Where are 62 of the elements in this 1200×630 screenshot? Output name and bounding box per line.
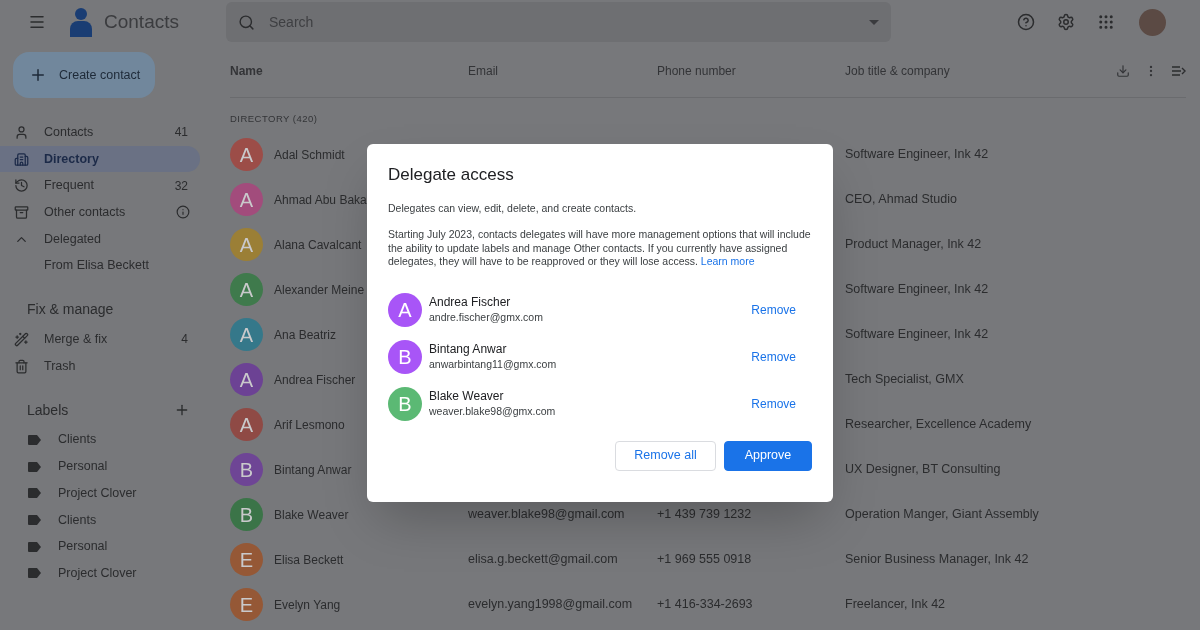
contact-job: Software Engineer, Ink 42 [845,281,989,299]
avatar: A [388,292,422,327]
dialog-text: Delegates can view, edit, delete, and create contacts. [388,201,638,215]
column-header: Email [468,62,499,80]
contact-job: Tech Specialist, GMX [845,371,964,389]
delegate-name: Bintang Anwar [429,342,508,357]
avatar: A [230,363,263,397]
contact-email: weaver.blake98@gmail.com [468,507,625,522]
item-count: 4 [181,331,188,349]
delegate-email: anwarbintang11@gmx.com [429,357,558,371]
contact-name: Bintang Anwar [274,461,352,479]
contact-job: CEO, Ahmad Studio [845,191,957,209]
contact-email: elisa.g.beckett@gmail.com [468,552,618,567]
avatar: A [230,228,263,262]
contact-name: Adal Schmidt [274,146,345,164]
delegate-name: Blake Weaver [429,389,505,404]
contact-job: Freelancer, Ink 42 [845,596,946,614]
avatar: B [388,339,422,374]
contact-job: Researcher, Excellence Academy [845,416,1032,434]
item-count: 32 [174,177,188,195]
delegate-email: andre.fischer@gmx.com [429,310,544,324]
avatar: E [230,543,263,577]
contact-name: Blake Weaver [274,506,349,524]
contact-job: Software Engineer, Ink 42 [845,146,989,164]
delegate-name: Andrea Fischer [429,295,512,310]
section-label: DIRECTORY (420) [230,112,319,126]
contact-name: Evelyn Yang [274,596,341,614]
section-title: Labels [27,400,69,420]
section-title: Fix & manage [27,300,115,320]
contact-name: Alana Cavalcant [274,236,362,254]
column-header: Name [230,62,264,80]
avatar: A [230,183,263,217]
avatar: A [230,408,263,442]
contact-name: Elisa Beckett [274,551,344,569]
contact-email: evelyn.yang1998@gmail.com [468,597,633,612]
contact-name: Andrea Fischer [274,371,356,389]
contact-phone: +1 439 739 1232 [657,507,752,522]
avatar: E [230,588,263,622]
avatar: A [230,318,263,352]
contact-name: Alexander Meine [274,281,365,299]
column-header: Phone number [657,62,737,80]
avatar: A [230,138,263,172]
contact-phone: +1 969 555 0918 [657,552,752,567]
contact-job: Operation Manger, Giant Assembly [845,506,1039,524]
avatar: B [388,386,422,421]
contact-name: Ana Beatriz [274,326,337,344]
contact-name: Ahmad Abu Baka [274,191,367,209]
column-header: Job title & company [845,62,951,80]
delegate-email: weaver.blake98@gmx.com [429,404,557,418]
avatar: A [230,273,263,307]
app-name: Contacts [104,9,179,34]
contact-job: Product Manager, Ink 42 [845,236,982,254]
contact-job: UX Designer, BT Consulting [845,461,1001,479]
avatar: B [230,453,263,487]
avatar: B [230,498,263,532]
item-count: 41 [174,124,188,142]
contact-phone: +1 416-334-2693 [657,597,753,612]
contact-job: Senior Business Manager, Ink 42 [845,551,1029,569]
contact-job: Software Engineer, Ink 42 [845,326,989,344]
dialog-text: Starting July 2023, contacts delegates will have more management options that will include the ability to update labels and manage Other contacts. If you currently have assigned delegates, they will have to be reapproved or they will lose access. Learn more [388,228,812,269]
contact-name: Arif Lesmono [274,416,345,434]
dialog-title: Delegate access [388,164,515,186]
